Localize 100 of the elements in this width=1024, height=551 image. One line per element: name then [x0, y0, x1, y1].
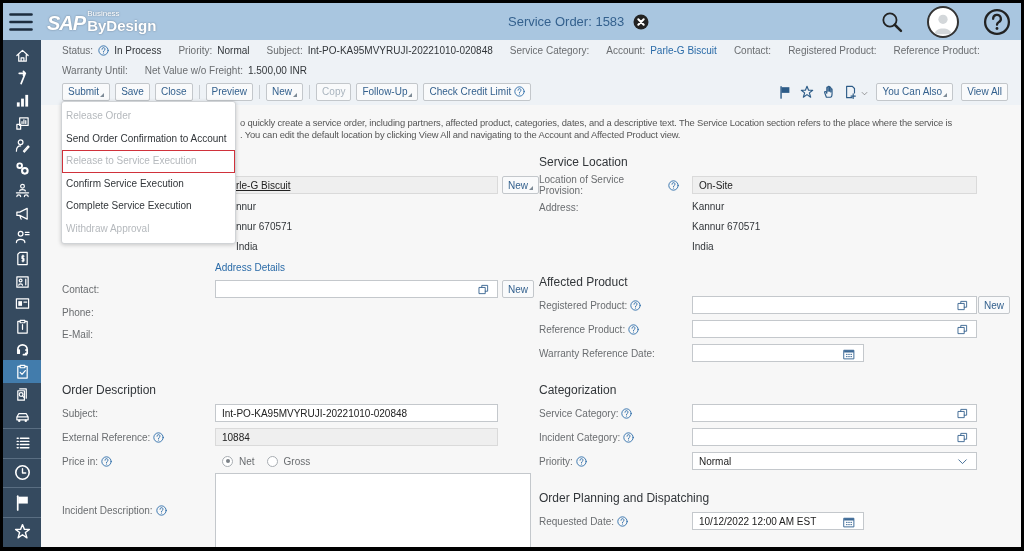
date-field[interactable]: 10/12/2022 12:00 AM EST — [692, 512, 864, 530]
megaphone-icon — [14, 205, 30, 221]
field-label: Phone: — [62, 306, 94, 318]
people-icon — [14, 183, 30, 199]
address-line: nnur 670571 — [236, 220, 293, 234]
dollar-card-icon — [14, 273, 30, 289]
section-heading: Order Planning and Dispatching — [539, 490, 711, 507]
toolbar-button[interactable]: You Can Also — [876, 82, 954, 101]
value-help-icon[interactable] — [957, 432, 968, 443]
chart-board-icon — [14, 115, 30, 131]
toolbar-button[interactable]: Submit — [62, 82, 111, 101]
field-label: Incident Category: — [539, 431, 621, 443]
fact-value: Int-PO-KA95MVYRUJI-20221010-020848 — [307, 44, 493, 56]
section-heading: Order Description — [62, 382, 158, 399]
address-line: Kannur 670571 — [692, 220, 761, 234]
search-icon[interactable] — [881, 10, 903, 33]
home-icon — [14, 47, 30, 63]
toolbar-button[interactable]: Preview — [205, 82, 254, 101]
section-heading: Categorization — [539, 382, 618, 399]
calendar-icon[interactable] — [843, 348, 855, 360]
person-list-icon — [14, 228, 30, 244]
toolbar-button[interactable]: View All — [961, 82, 1008, 101]
star-icon — [13, 523, 31, 541]
toolbar-button[interactable]: Check Credit Limit — [423, 82, 532, 101]
date-field[interactable] — [692, 344, 864, 362]
fact-value: 1.500,00 INR — [247, 64, 307, 76]
close-icon[interactable] — [633, 13, 650, 30]
toolbar-button[interactable]: Close — [154, 82, 193, 101]
section-heading: Affected Product — [539, 274, 629, 291]
chevron-down-icon[interactable] — [957, 456, 968, 467]
toolbar-button[interactable]: Save — [115, 82, 150, 101]
fact-value: Normal — [217, 44, 250, 56]
intro-text: o quickly create a service order, including partners, affected product, categories, dates, and a descriptive text. The Service Location section refers to the place where the service is . You can edit the default location by clicking View All and navigating to the Account and Affected Product view. — [240, 117, 953, 141]
lookup-field[interactable] — [215, 280, 498, 298]
radio-button[interactable]: Gross — [266, 455, 311, 467]
address-line: India — [692, 240, 715, 254]
lookup-field[interactable] — [692, 296, 977, 314]
lookup-field[interactable] — [692, 404, 977, 422]
document-plus-icon[interactable] — [844, 84, 859, 99]
help-icon[interactable] — [983, 7, 1011, 36]
clipboard-check-icon — [14, 364, 30, 380]
document-search-icon — [14, 386, 30, 402]
value-help-icon[interactable] — [957, 408, 968, 419]
field-label: Warranty Reference Date: — [539, 347, 655, 359]
new-button[interactable]: New — [978, 296, 1010, 314]
read-only-field[interactable]: On-Site — [692, 176, 977, 194]
fact-label: Contact: — [733, 44, 772, 56]
fact-label: Account: — [606, 44, 646, 56]
field-label: E-Mail: — [62, 328, 94, 340]
fact-label: Warranty Until: — [62, 64, 128, 76]
field-label: Reference Product: — [539, 323, 626, 335]
field-label: Address: — [539, 201, 579, 213]
field-label: Subject: — [62, 407, 99, 419]
fact-value: In Process — [114, 44, 162, 56]
dropdown[interactable]: Normal — [692, 452, 977, 470]
page-title: Service Order: 1583 — [508, 14, 625, 29]
menu-item[interactable]: Complete Service Execution — [62, 195, 235, 218]
lookup-field[interactable] — [692, 320, 977, 338]
read-only-field[interactable]: 10884 — [215, 428, 498, 446]
field-label: Service Category: — [539, 407, 619, 419]
address-line: India — [236, 240, 259, 254]
address-line: nnur — [236, 200, 257, 214]
avatar[interactable] — [927, 5, 959, 38]
lookup-field[interactable] — [692, 428, 977, 446]
field-label: Priority: — [539, 455, 573, 467]
toolbar-button[interactable]: New — [266, 82, 304, 101]
gears-icon — [14, 160, 30, 176]
fact-label: Subject: — [266, 44, 303, 56]
section-heading: Service Location — [539, 154, 629, 171]
address-line: Kannur — [692, 200, 726, 214]
clipboard-icon — [14, 318, 30, 334]
input-field[interactable]: Int-PO-KA95MVYRUJI-20221010-020848 — [215, 404, 498, 422]
field-label: Location of Service Provision: — [539, 174, 626, 196]
field-label: Requested Date: — [539, 515, 615, 527]
calendar-icon[interactable] — [843, 516, 855, 528]
radio-button[interactable]: Net — [222, 455, 255, 467]
headset-icon — [14, 341, 30, 357]
new-button[interactable]: New — [502, 280, 534, 298]
fact-label: Reference Product: — [893, 44, 980, 56]
value-help-icon[interactable] — [957, 300, 968, 311]
bar-chart-icon — [14, 93, 30, 108]
account-link[interactable]: Parle-G Biscuit — [650, 44, 717, 56]
fact-label: Registered Product: — [788, 44, 877, 56]
value-help-icon[interactable] — [957, 324, 968, 335]
fact-label: Net Value w/o Freight: — [144, 64, 243, 76]
value-help-icon[interactable] — [478, 284, 489, 295]
field-label: Contact: — [62, 283, 100, 295]
fact-label: Priority: — [178, 44, 213, 56]
dollar-document-icon — [14, 251, 30, 267]
new-button[interactable]: New — [502, 176, 539, 194]
address-details-link[interactable]: Address Details — [215, 261, 286, 273]
fact-label: Status: — [62, 44, 94, 56]
field-label: Price in: — [62, 455, 99, 467]
menu-item[interactable]: Send Order Confirmation to Account — [62, 127, 235, 150]
fact-label: Service Category: — [509, 44, 590, 56]
clock-icon — [13, 464, 31, 482]
field-label: External Reference: — [62, 431, 151, 443]
star-icon[interactable] — [800, 84, 815, 99]
toolbar-button[interactable]: Follow-Up — [356, 82, 419, 101]
field-label: Incident Description: — [62, 505, 153, 516]
